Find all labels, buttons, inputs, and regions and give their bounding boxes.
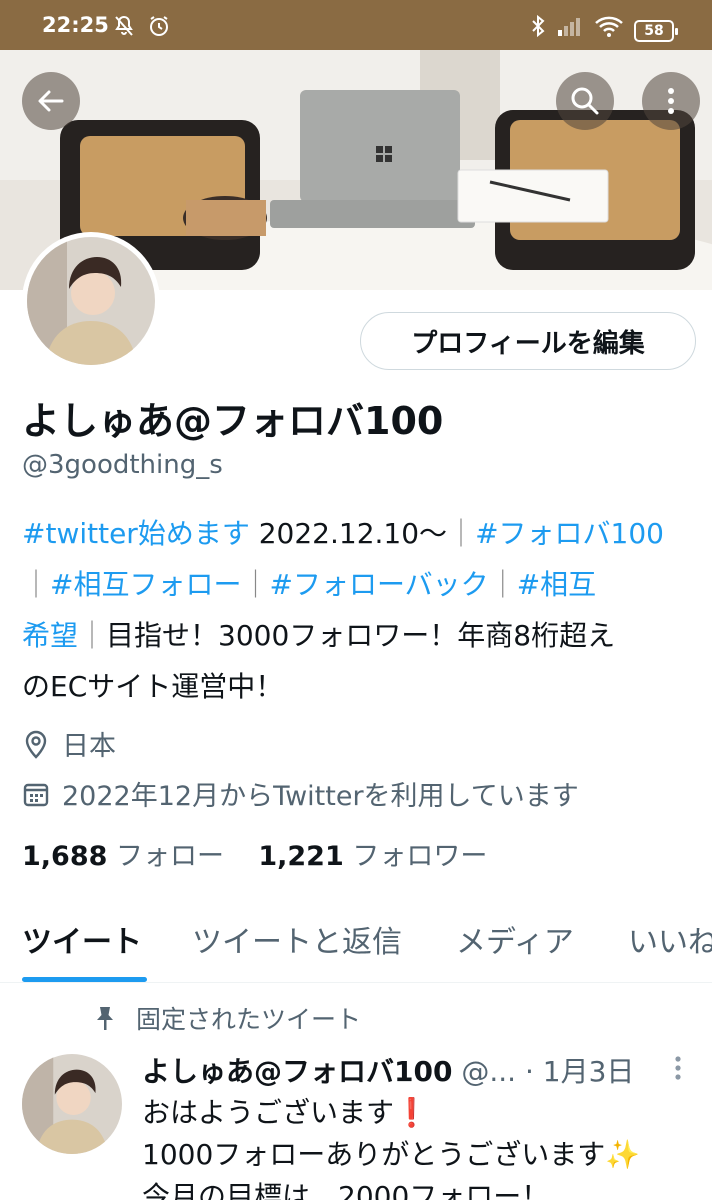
tweet-line: おはようございます❗️ — [142, 1096, 429, 1129]
tab-media[interactable]: メディア — [456, 917, 574, 961]
alarm-icon — [150, 16, 168, 36]
wifi-icon — [595, 16, 623, 37]
profile-location: 日本 — [22, 724, 116, 763]
active-tab-indicator — [22, 977, 147, 982]
status-time: 22:25 — [42, 13, 109, 37]
back-button[interactable] — [22, 72, 80, 130]
pinned-label-text: 固定されたツイート — [136, 1005, 362, 1034]
location-pin-icon — [25, 730, 47, 759]
avatar-image — [27, 237, 155, 365]
location-text: 日本 — [62, 731, 116, 762]
tweet-line: 今月の目標は、2000フォロー！ — [142, 1180, 550, 1200]
follow-stats: 1,688 フォロー 1,221 フォロワー — [22, 834, 487, 873]
hashtag-link[interactable]: #twitter始めます — [22, 517, 250, 550]
tweet-header: よしゅあ@フォロバ100 @... · 1月3日 — [142, 1050, 634, 1090]
hashtag-link[interactable]: 希望 — [22, 619, 78, 652]
search-button[interactable] — [556, 72, 614, 130]
edit-profile-button[interactable]: プロフィールを編集 — [360, 312, 696, 370]
bio-separator: ｜ — [488, 568, 517, 601]
hashtag-link[interactable]: #フォロバ100 — [475, 517, 664, 550]
avatar-image — [22, 1054, 122, 1154]
tweet-author-handle: @... — [461, 1055, 517, 1088]
bio-separator: ｜ — [78, 619, 107, 652]
battery-indicator: 58 — [634, 20, 678, 42]
bio-separator: ｜ — [447, 517, 476, 550]
bio-line-3: 希望｜目指せ！3000フォロワー！年商8桁超え — [22, 610, 702, 661]
tweet-line: 1000フォローありがとうございます✨ — [142, 1138, 641, 1171]
profile-bio: #twitter始めます 2022.12.10〜｜#フォロバ100 ｜#相互フォ… — [22, 508, 702, 712]
hashtag-link[interactable]: #相互フォロー — [50, 568, 241, 601]
bio-text: 2022.12.10〜 — [249, 517, 448, 550]
tweet-author-avatar[interactable] — [22, 1054, 122, 1154]
profile-avatar[interactable] — [22, 232, 160, 370]
pin-icon — [97, 1007, 113, 1030]
followers-count: 1,221 — [258, 841, 344, 872]
bio-separator: ｜ — [241, 568, 270, 601]
signal-icon — [558, 18, 580, 36]
following-label: フォロー — [116, 841, 224, 872]
profile-handle: @3goodthing_s — [22, 450, 223, 480]
profile-joined-date: 2022年12月からTwitterを利用しています — [22, 774, 579, 813]
tweet-author-name[interactable]: よしゅあ@フォロバ100 — [142, 1055, 452, 1088]
status-bar: 22:25 58 — [0, 0, 712, 50]
following-link[interactable]: 1,688 フォロー — [22, 841, 224, 872]
search-icon — [571, 87, 599, 115]
bio-separator: ｜ — [22, 568, 51, 601]
tweet-text: おはようございます❗️ 1000フォローありがとうございます✨ 今月の目標は、2… — [142, 1092, 640, 1200]
bio-line-1: #twitter始めます 2022.12.10〜｜#フォロバ100 — [22, 508, 702, 559]
tab-tweets[interactable]: ツイート — [22, 917, 142, 961]
more-vertical-icon — [668, 88, 674, 114]
joined-text: 2022年12月からTwitterを利用しています — [62, 781, 579, 812]
more-button[interactable] — [642, 72, 700, 130]
bio-line-2: ｜#相互フォロー｜#フォローバック｜#相互 — [22, 559, 702, 610]
following-count: 1,688 — [22, 841, 108, 872]
bio-line-4: のECサイト運営中！ — [22, 661, 702, 712]
followers-label: フォロワー — [352, 841, 488, 872]
tweet-more-icon[interactable] — [672, 1054, 684, 1084]
followers-link[interactable]: 1,221 フォロワー — [258, 841, 487, 872]
tab-tweets-replies[interactable]: ツイートと返信 — [192, 917, 402, 961]
profile-display-name: よしゅあ@フォロバ100 — [22, 399, 444, 443]
calendar-icon — [23, 783, 49, 806]
hashtag-link[interactable]: #フォローバック — [270, 568, 489, 601]
tweet-date[interactable]: · 1月3日 — [525, 1055, 634, 1088]
hashtag-link[interactable]: #相互 — [517, 568, 596, 601]
bio-text: のECサイト運営中！ — [22, 670, 284, 703]
bell-muted-icon — [115, 15, 133, 36]
back-arrow-icon — [38, 90, 64, 112]
pinned-tweet-label: 固定されたツイート — [94, 1000, 361, 1036]
tab-likes[interactable]: いいね — [628, 917, 712, 961]
bio-text: 目指せ！3000フォロワー！年商8桁超え — [106, 619, 616, 652]
bluetooth-icon — [532, 14, 545, 38]
profile-tabs: ツイート ツイートと返信 メディア いいね — [0, 895, 712, 983]
